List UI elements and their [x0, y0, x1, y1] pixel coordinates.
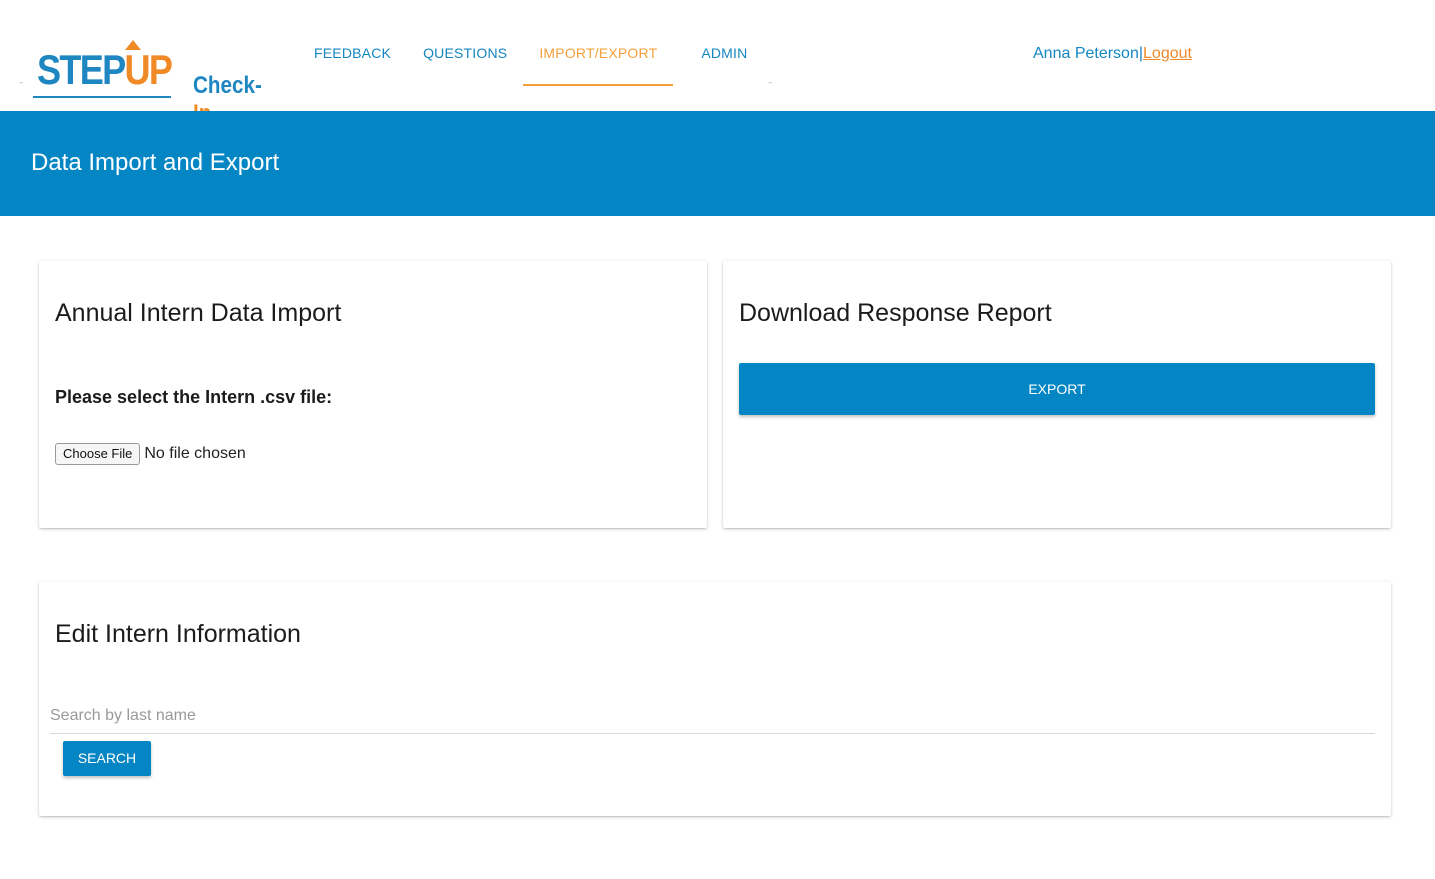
logo-step-text: STEPUP — [37, 46, 173, 93]
export-card: Download Response Report EXPORT — [723, 261, 1391, 528]
export-button[interactable]: EXPORT — [739, 363, 1375, 415]
user-name: Anna Peterson — [1033, 45, 1139, 62]
nav-tab-import-export[interactable]: IMPORT/EXPORT — [523, 42, 674, 86]
decorative-dash: – — [19, 78, 24, 88]
choose-file-button[interactable]: Choose File — [55, 443, 141, 465]
search-button[interactable]: SEARCH — [63, 741, 151, 776]
logout-link[interactable]: Logout — [1143, 45, 1192, 62]
file-select-label: Please select the Intern .csv file: — [55, 387, 333, 407]
page-title: Data Import and Export — [31, 149, 280, 176]
nav-tab-questions[interactable]: QUESTIONS — [407, 42, 523, 86]
stepup-checkin-logo[interactable]: STEPUP Check-In — [33, 40, 273, 127]
edit-card-title: Edit Intern Information — [55, 620, 301, 648]
nav-tab-feedback[interactable]: FEEDBACK — [298, 42, 407, 86]
decorative-dash: – — [768, 78, 773, 88]
last-name-search-input[interactable] — [50, 698, 1375, 734]
user-area: Anna Peterson|Logout — [1033, 45, 1192, 63]
edit-intern-card: Edit Intern Information SEARCH — [39, 582, 1391, 816]
main-nav: FEEDBACK QUESTIONS IMPORT/EXPORT ADMIN — [298, 42, 763, 86]
logo-underline — [33, 96, 171, 98]
file-status-text: No file chosen — [144, 445, 246, 462]
file-input: Choose File No file chosen — [55, 443, 246, 465]
import-card-title: Annual Intern Data Import — [55, 299, 342, 327]
top-navigation-bar: STEPUP Check-In – – FEEDBACK QUESTIONS I… — [0, 0, 1435, 127]
import-card: Annual Intern Data Import Please select … — [39, 261, 707, 528]
page-banner: Data Import and Export — [0, 111, 1435, 216]
nav-tab-admin[interactable]: ADMIN — [685, 42, 763, 86]
export-card-title: Download Response Report — [739, 299, 1052, 327]
